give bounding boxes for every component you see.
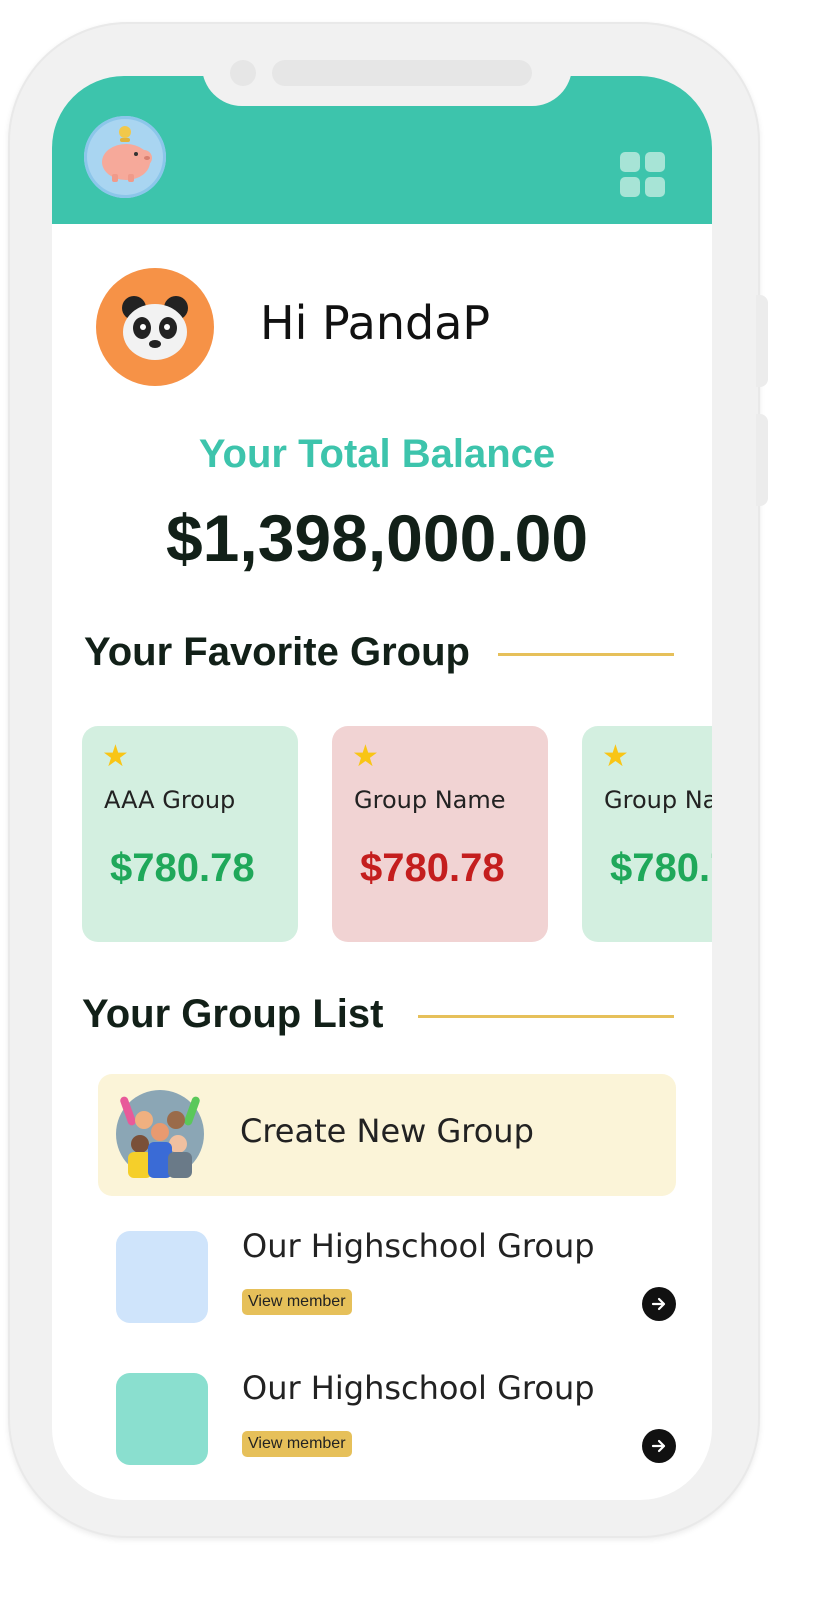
favorite-card-name: Group Name — [604, 786, 712, 814]
group-name: Our Highschool Group — [242, 1369, 595, 1407]
piggy-bank-icon[interactable] — [84, 116, 166, 198]
star-icon: ★ — [352, 740, 379, 773]
view-member-button[interactable]: View member — [242, 1431, 352, 1457]
favorite-card-name: Group Name — [354, 786, 506, 814]
balance-label: Your Total Balance — [198, 432, 556, 476]
section-divider — [498, 653, 674, 656]
star-icon: ★ — [602, 740, 629, 773]
create-group-label: Create New Group — [240, 1112, 534, 1150]
balance-value: $1,398,000.00 — [165, 501, 589, 575]
speaker-slot — [272, 60, 532, 86]
create-group-button[interactable]: Create New Group — [98, 1074, 676, 1196]
side-button — [756, 414, 768, 506]
group-thumbnail — [116, 1231, 208, 1323]
camera-dot — [230, 60, 256, 86]
section-divider — [418, 1015, 674, 1018]
avatar[interactable] — [96, 268, 214, 386]
group-people-icon — [114, 1088, 206, 1180]
favorite-card[interactable]: ★ AAA Group $780.78 — [82, 726, 298, 942]
grid-icon[interactable] — [620, 152, 666, 198]
favorite-card-name: AAA Group — [104, 786, 236, 814]
list-item[interactable]: Our Highschool Group View member — [116, 1369, 676, 1469]
list-item[interactable]: Our Highschool Group View member — [116, 1227, 676, 1327]
arrow-right-icon[interactable] — [642, 1429, 676, 1463]
favorite-card-amount: $780.78 — [360, 846, 505, 890]
favorite-card[interactable]: ★ Group Name $780.78 — [582, 726, 712, 942]
star-icon: ★ — [102, 740, 129, 773]
panda-icon — [122, 296, 188, 360]
arrow-right-icon[interactable] — [642, 1287, 676, 1321]
favorite-card-amount: $780.78 — [110, 846, 255, 890]
app-screen: Hi PandaP Your Total Balance $1,398,000.… — [52, 76, 712, 1500]
side-button — [756, 295, 768, 387]
favorite-card[interactable]: ★ Group Name $780.78 — [332, 726, 548, 942]
greeting-text: Hi PandaP — [260, 296, 491, 350]
favorite-card-amount: $780.78 — [610, 846, 712, 890]
group-thumbnail — [116, 1373, 208, 1465]
group-list-title: Your Group List — [82, 992, 384, 1036]
group-name: Our Highschool Group — [242, 1227, 595, 1265]
view-member-button[interactable]: View member — [242, 1289, 352, 1315]
favorite-section-title: Your Favorite Group — [84, 630, 470, 674]
